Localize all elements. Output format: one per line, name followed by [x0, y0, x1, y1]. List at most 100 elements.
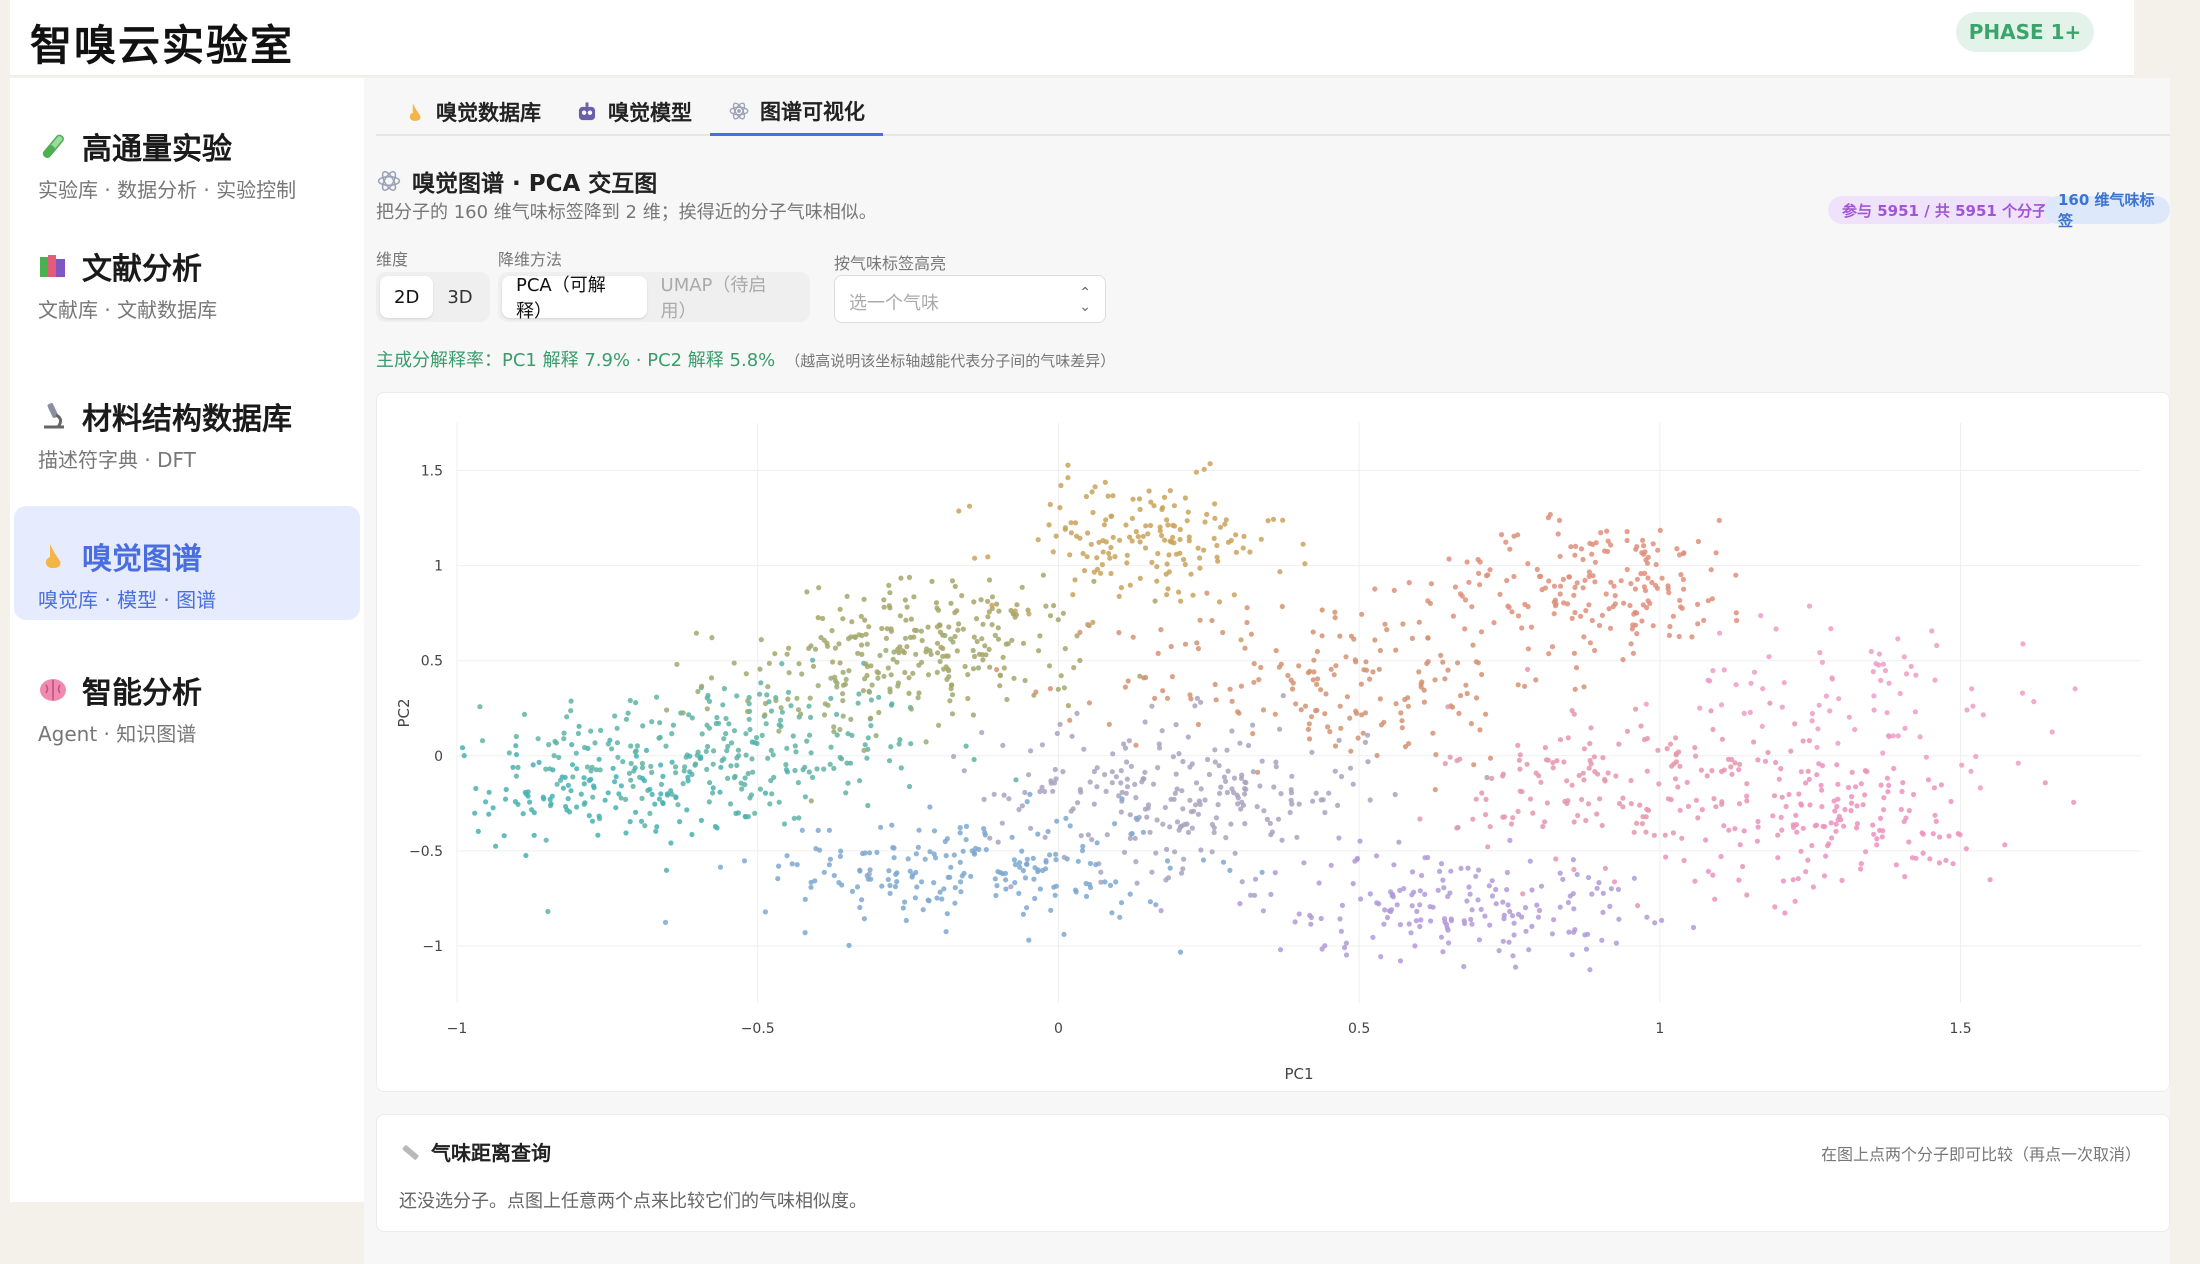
data-point: [1587, 640, 1593, 646]
data-point: [1932, 812, 1938, 818]
data-point: [824, 643, 831, 649]
pca-scatter-plot[interactable]: −1 −0.5 0 0.5 1 1.5−1−0.500.511.5PC1PC2: [377, 393, 2171, 1093]
tab-graph-visualization[interactable]: 图谱可视化: [710, 88, 883, 136]
data-point: [966, 503, 973, 509]
data-point: [1829, 835, 1835, 841]
data-point: [1047, 613, 1054, 619]
data-point: [1316, 880, 1322, 886]
data-point: [783, 762, 789, 768]
odor-highlight-select[interactable]: 选一个气味 ⌃ ⌄: [834, 275, 1106, 323]
dimension-2d-button[interactable]: 2D: [380, 276, 434, 318]
data-point: [1302, 703, 1309, 709]
data-point: [812, 646, 819, 652]
data-point: [1012, 880, 1018, 886]
tab-olfactory-model[interactable]: 嗅觉模型: [558, 88, 710, 136]
data-point: [1445, 667, 1451, 673]
data-point: [1109, 769, 1115, 775]
data-point: [972, 555, 978, 561]
data-point: [1327, 729, 1333, 735]
section-title-text: 嗅觉图谱 · PCA 交互图: [412, 171, 658, 197]
data-point: [1599, 937, 1605, 943]
data-point: [1112, 821, 1118, 827]
data-point: [1624, 529, 1630, 535]
sidebar-item-intelligence[interactable]: 智能分析 Agent · 知识图谱: [14, 640, 360, 754]
data-point: [1845, 784, 1852, 791]
data-point: [754, 740, 760, 747]
data-point: [1641, 551, 1647, 557]
data-point: [1318, 797, 1324, 803]
data-point: [958, 889, 964, 895]
data-point: [1800, 825, 1806, 831]
sidebar-item-olfactory-map[interactable]: 嗅觉图谱 嗅觉库 · 模型 · 图谱: [14, 506, 360, 620]
data-point: [1517, 788, 1523, 794]
data-point: [1564, 778, 1570, 784]
data-point: [1858, 781, 1864, 787]
data-point: [1209, 617, 1215, 624]
data-point: [1522, 905, 1529, 911]
sidebar-item-literature[interactable]: 文献分析 文献库 · 文献数据库: [14, 216, 360, 330]
method-pca-button[interactable]: PCA（可解释）: [502, 275, 647, 322]
sidebar-item-materials[interactable]: 材料结构数据库 描述符字典 · DFT: [14, 366, 360, 480]
data-point: [1477, 727, 1483, 733]
data-point: [1445, 927, 1451, 933]
data-point: [861, 747, 867, 753]
data-point: [1669, 763, 1675, 769]
data-point: [1187, 797, 1193, 803]
data-point: [1165, 875, 1172, 881]
data-point: [997, 869, 1004, 876]
data-point: [1901, 654, 1907, 660]
data-point: [1528, 624, 1535, 630]
data-point: [1008, 884, 1014, 890]
data-point: [1937, 834, 1943, 840]
data-point: [1634, 576, 1640, 582]
data-point: [1719, 736, 1725, 742]
data-point: [610, 765, 616, 771]
data-point: [1102, 772, 1108, 778]
data-point: [459, 745, 466, 751]
data-point: [1631, 829, 1637, 835]
data-point: [939, 896, 945, 902]
data-point: [1779, 827, 1785, 833]
sidebar-item-high-throughput[interactable]: 高通量实验 实验库 · 数据分析 · 实验控制: [14, 96, 360, 210]
data-point: [1406, 580, 1412, 586]
data-point: [1515, 682, 1521, 688]
data-point: [1277, 726, 1283, 732]
data-point: [1438, 652, 1444, 658]
data-point: [1070, 592, 1076, 598]
data-point: [1252, 876, 1259, 882]
data-point: [1913, 672, 1919, 678]
data-point: [1710, 872, 1716, 878]
dimension-3d-button[interactable]: 3D: [433, 276, 486, 318]
data-point: [1778, 766, 1784, 772]
data-point: [1085, 621, 1091, 628]
method-umap-button[interactable]: UMAP（待启用）: [647, 275, 806, 322]
data-point: [598, 727, 604, 733]
data-point: [1542, 819, 1548, 825]
data-point: [1529, 887, 1535, 893]
method-toggle: PCA（可解释） UMAP（待启用）: [498, 272, 810, 322]
data-point: [1477, 559, 1483, 565]
data-point: [1483, 573, 1490, 579]
data-point: [1109, 780, 1115, 786]
data-point: [490, 805, 496, 811]
data-point: [658, 781, 665, 787]
data-point: [2071, 799, 2077, 805]
data-point: [1533, 770, 1539, 776]
data-point: [633, 809, 639, 815]
data-point: [1620, 795, 1626, 801]
data-point: [1336, 835, 1342, 841]
data-point: [1353, 659, 1359, 665]
data-point: [1422, 855, 1428, 861]
tab-olfactory-database[interactable]: 嗅觉数据库: [386, 88, 559, 136]
data-point: [971, 634, 977, 640]
data-point: [586, 813, 592, 819]
data-point: [1454, 825, 1460, 831]
data-point: [1206, 771, 1212, 778]
data-point: [910, 670, 916, 676]
data-point: [1240, 545, 1246, 551]
data-point: [971, 599, 977, 605]
data-point: [1121, 849, 1128, 855]
data-point: [1643, 814, 1649, 820]
data-point: [794, 862, 800, 868]
data-point: [944, 911, 950, 917]
